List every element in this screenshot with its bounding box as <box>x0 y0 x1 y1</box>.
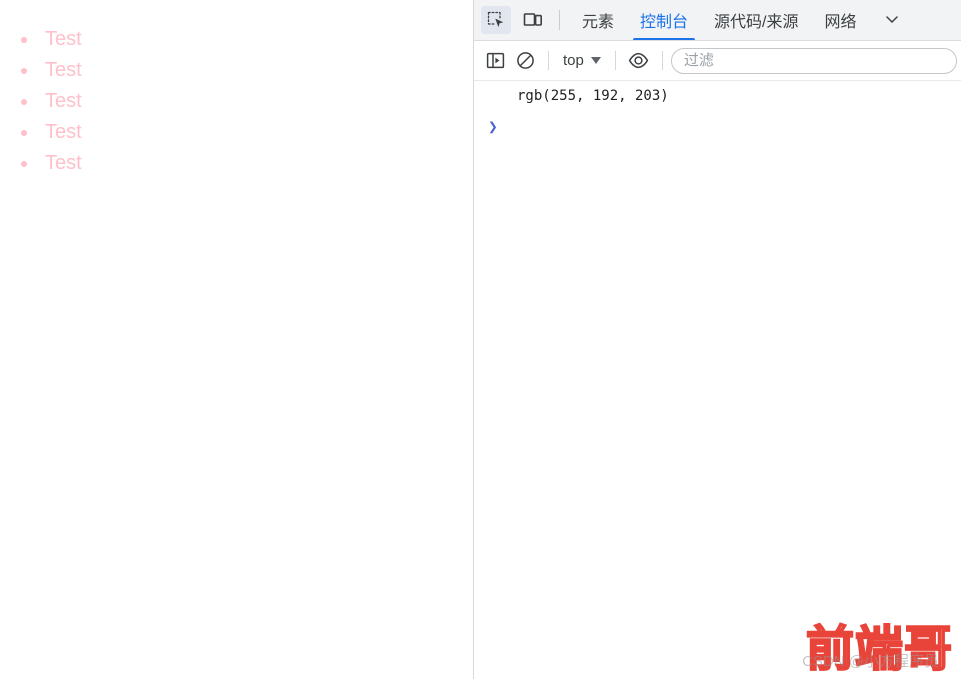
console-filter-input[interactable] <box>670 47 957 74</box>
toolbar-divider <box>559 10 560 30</box>
console-toolbar: top <box>474 41 961 81</box>
list-item-label: Test <box>45 152 82 174</box>
list-item-label: Test <box>45 59 82 81</box>
tab-sources-label: 源代码/来源 <box>714 14 799 31</box>
list-item-label: Test <box>45 121 82 143</box>
toolbar-divider <box>614 51 616 70</box>
list-item-label: Test <box>45 90 82 112</box>
devtools-tabbar: 元素 控制台 源代码/来源 网络 <box>474 0 961 41</box>
console-sidebar-button[interactable] <box>480 47 510 75</box>
more-tabs-icon <box>885 16 898 24</box>
clear-console-button[interactable] <box>510 47 540 75</box>
console-output[interactable]: rgb(255, 192, 203) ❯ 前端哥 CSDN @小方程序员 <box>474 81 961 679</box>
bullet-icon <box>21 130 27 136</box>
tab-network[interactable]: 网络 <box>811 0 869 40</box>
toolbar-divider <box>548 51 549 70</box>
toolbar-divider <box>661 51 663 70</box>
console-message: rgb(255, 192, 203) <box>517 88 669 104</box>
list-item-label: Test <box>45 28 82 50</box>
prompt-chevron-icon: ❯ <box>488 117 498 136</box>
console-prompt-input[interactable] <box>512 117 961 137</box>
tab-sources[interactable]: 源代码/来源 <box>701 0 811 40</box>
list-item: Test <box>0 86 473 117</box>
device-toolbar-button[interactable] <box>518 6 548 34</box>
tab-console[interactable]: 控制台 <box>627 0 701 40</box>
watermark-sub-text: CSDN @小方程序员 <box>802 653 939 670</box>
tab-elements-label: 元素 <box>582 14 615 31</box>
console-sidebar-icon <box>486 52 504 69</box>
clear-console-icon <box>516 52 534 69</box>
test-list: Test Test Test Test Test <box>0 0 473 179</box>
more-tabs-button[interactable] <box>877 6 907 34</box>
bullet-icon <box>21 68 27 74</box>
live-expression-button[interactable] <box>624 47 654 75</box>
tab-network-label: 网络 <box>824 14 857 31</box>
execution-context-value: top <box>563 52 584 69</box>
browser-window: Test Test Test Test Test 元素 控制台 源代码/来源 网… <box>0 0 961 679</box>
tab-elements[interactable]: 元素 <box>569 0 627 40</box>
live-expression-eye-icon <box>629 52 649 69</box>
page-viewport: Test Test Test Test Test <box>0 0 473 679</box>
list-item: Test <box>0 148 473 179</box>
inspect-element-button[interactable] <box>481 6 511 34</box>
bullet-icon <box>21 37 27 43</box>
list-item: Test <box>0 117 473 148</box>
watermark: 前端哥 CSDN @小方程序员 <box>802 621 953 677</box>
console-prompt-row[interactable]: ❯ <box>474 111 961 139</box>
chevron-down-icon <box>590 57 601 64</box>
device-toolbar-icon <box>523 13 543 26</box>
devtools-panel: 元素 控制台 源代码/来源 网络 top 过滤 rgb(255, 192, 20… <box>474 0 961 679</box>
bullet-icon <box>21 161 27 167</box>
list-item: Test <box>0 55 473 86</box>
list-item: Test <box>0 24 473 55</box>
watermark-main-text: 前端哥 <box>805 621 953 677</box>
inspect-element-icon <box>487 11 504 28</box>
execution-context-select[interactable]: top <box>557 48 607 74</box>
bullet-icon <box>21 99 27 105</box>
tab-console-label: 控制台 <box>640 14 689 31</box>
